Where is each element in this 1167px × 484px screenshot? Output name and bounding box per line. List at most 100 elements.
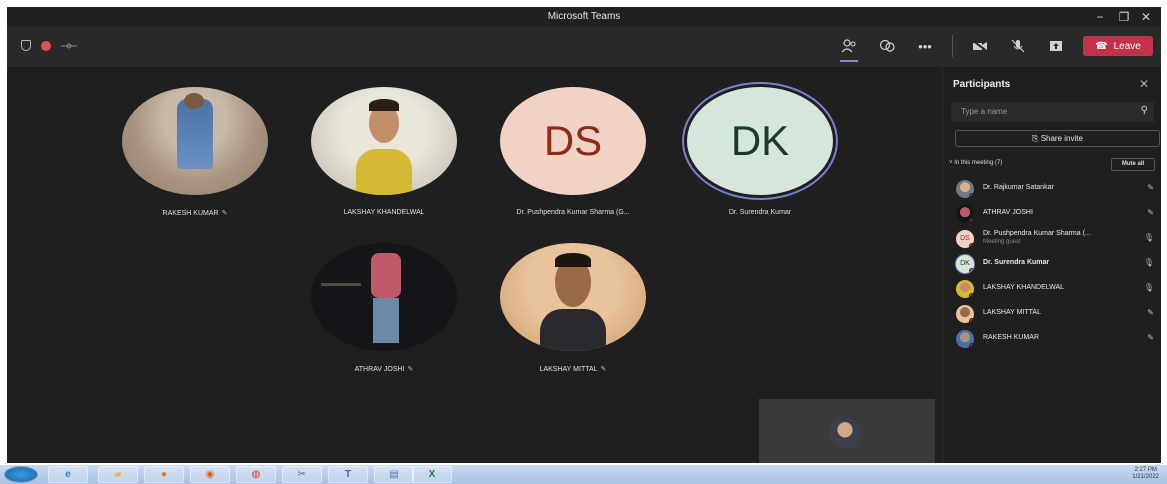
share-invite-icon: ⎘ xyxy=(1032,134,1039,143)
participant-name: ATHRAV JOSHI xyxy=(354,366,405,373)
video-stage: RAKESH KUMAR ✎ LAKSHAY KHANDELWAL DS Dr. … xyxy=(7,67,942,463)
avatar xyxy=(956,180,974,198)
panel-title: Participants xyxy=(953,79,1011,90)
participant-tile-active-speaker[interactable]: DK Dr. Surendra Kumar xyxy=(670,87,850,216)
close-button[interactable]: ✕ xyxy=(1137,9,1155,25)
list-item[interactable]: DK Dr. Surendra Kumar 🎙 xyxy=(943,250,1161,275)
screen: Microsoft Teams − ❐ ✕ ••• ☎ Leave RAKESH… xyxy=(0,0,1167,484)
mute-all-button[interactable]: Mute all xyxy=(1111,158,1155,171)
participants-icon[interactable] xyxy=(838,35,860,62)
list-item[interactable]: RAKESH KUMAR ✎ xyxy=(943,325,1161,350)
participant-name: Dr. Surendra Kumar xyxy=(983,259,1050,266)
windows-taskbar: e ▰ ● ◉ ◍ ✂ T ▤ X 2:27 PM 1/21/2022 xyxy=(0,465,1167,484)
firefox-icon[interactable]: ◉ xyxy=(190,466,230,483)
media-player-icon[interactable]: ● xyxy=(144,466,184,483)
teams-window: Microsoft Teams − ❐ ✕ ••• ☎ Leave RAKESH… xyxy=(7,7,1161,463)
participant-name: Dr. Rajkumar Satankar xyxy=(983,184,1054,191)
mic-off-icon: ✎ xyxy=(221,210,228,217)
mic-off-icon: ✎ xyxy=(1147,208,1154,217)
excel-icon[interactable]: X xyxy=(412,466,452,483)
participant-name: LAKSHAY KHANDELWAL xyxy=(343,209,425,216)
folder-icon[interactable]: ▰ xyxy=(98,466,138,483)
avatar xyxy=(956,280,974,298)
chat-icon[interactable] xyxy=(876,35,898,57)
initials-avatar: DS xyxy=(500,87,646,195)
share-invite-button[interactable]: ⎘ Share invite xyxy=(955,130,1160,147)
ie-icon[interactable]: e xyxy=(48,466,88,483)
meeting-toolbar: ••• ☎ Leave xyxy=(7,27,1161,67)
avatar xyxy=(956,330,974,348)
participant-name: Dr. Surendra Kumar xyxy=(728,209,792,216)
leave-button[interactable]: ☎ Leave xyxy=(1083,36,1153,56)
participant-name: LAKSHAY KHANDELWAL xyxy=(983,284,1065,291)
title-bar: Microsoft Teams − ❐ ✕ xyxy=(7,7,1161,27)
participant-name: RAKESH KUMAR xyxy=(983,334,1040,341)
more-icon[interactable]: ••• xyxy=(914,35,936,57)
start-button[interactable] xyxy=(4,466,38,483)
initials-avatar: DK xyxy=(956,255,974,273)
avatar xyxy=(311,87,457,195)
mic-off-icon: ✎ xyxy=(1147,183,1154,192)
section-label: In this meeting (7) xyxy=(954,160,1003,166)
network-icon xyxy=(61,43,77,48)
system-tray[interactable]: 2:27 PM 1/21/2022 xyxy=(1132,467,1159,481)
participant-name: RAKESH KUMAR xyxy=(162,210,219,217)
restore-button[interactable]: ❐ xyxy=(1115,9,1133,25)
initials-avatar: DK xyxy=(687,87,833,195)
list-item[interactable]: LAKSHAY KHANDELWAL 🎙 xyxy=(943,275,1161,300)
teams-icon[interactable]: T xyxy=(328,466,368,483)
self-preview[interactable] xyxy=(759,399,935,463)
initials-text: DK xyxy=(960,260,970,267)
participant-name: LAKSHAY MITTAL xyxy=(983,309,1041,316)
participant-name: Dr. Pushpendra Kumar Sharma (... xyxy=(983,230,1091,237)
shield-icon xyxy=(21,40,31,51)
search-placeholder: Type a name xyxy=(961,107,1008,116)
chevron-down-icon: ˅ xyxy=(949,160,953,166)
minimize-button[interactable]: − xyxy=(1091,9,1109,25)
phone-icon: ☎ xyxy=(1095,40,1108,52)
clock-date: 1/21/2022 xyxy=(1132,474,1159,480)
share-icon[interactable] xyxy=(1045,35,1067,57)
avatar xyxy=(956,305,974,323)
close-icon[interactable]: ✕ xyxy=(1139,77,1149,91)
recording-icon xyxy=(41,40,51,51)
avatar xyxy=(311,243,457,351)
mic-icon: 🎙 xyxy=(1143,283,1154,292)
mic-off-icon: ✎ xyxy=(407,366,414,373)
mic-off-icon: ✎ xyxy=(1147,333,1154,342)
clock-time: 2:27 PM xyxy=(1134,467,1157,473)
notepad-icon[interactable]: ▤ xyxy=(374,466,414,483)
mic-off-icon: ✎ xyxy=(600,366,607,373)
initials-text: DS xyxy=(543,117,603,164)
participant-role: Meeting guest xyxy=(983,239,1021,245)
participant-tile[interactable]: LAKSHAY MITTAL ✎ xyxy=(483,243,663,373)
participant-tile[interactable]: DS Dr. Pushpendra Kumar Sharma (G... xyxy=(483,87,663,216)
list-item[interactable]: DS Dr. Pushpendra Kumar Sharma (... Meet… xyxy=(943,225,1161,250)
mic-icon: 🎙 xyxy=(1143,258,1154,267)
chrome-icon[interactable]: ◍ xyxy=(236,466,276,483)
avatar xyxy=(500,243,646,351)
list-item[interactable]: LAKSHAY MITTAL ✎ xyxy=(943,300,1161,325)
initials-text: DK xyxy=(730,117,790,164)
window-title: Microsoft Teams xyxy=(547,11,621,22)
avatar xyxy=(956,205,974,223)
camera-off-icon[interactable] xyxy=(969,35,991,57)
participant-tile[interactable]: LAKSHAY KHANDELWAL xyxy=(294,87,474,216)
divider xyxy=(952,35,953,57)
mic-off-icon[interactable] xyxy=(1007,35,1029,57)
section-header[interactable]: ˅ In this meeting (7) xyxy=(949,160,1002,166)
self-avatar xyxy=(829,417,861,449)
leave-label: Leave xyxy=(1113,40,1141,52)
participant-name: LAKSHAY MITTAL xyxy=(539,366,598,373)
avatar xyxy=(122,87,268,195)
list-item[interactable]: ATHRAV JOSHI ✎ xyxy=(943,200,1161,225)
participant-tile[interactable]: RAKESH KUMAR ✎ xyxy=(105,87,285,217)
initials-avatar: DS xyxy=(956,230,974,248)
snipping-tool-icon[interactable]: ✂ xyxy=(282,466,322,483)
list-item[interactable]: Dr. Rajkumar Satankar ✎ xyxy=(943,175,1161,200)
participant-name: ATHRAV JOSHI xyxy=(983,209,1033,216)
participant-name: Dr. Pushpendra Kumar Sharma (G... xyxy=(516,209,630,216)
participants-panel: Participants ✕ Type a name ⚲ ⎘ Share inv… xyxy=(942,67,1161,463)
search-input[interactable]: Type a name ⚲ xyxy=(951,102,1154,122)
participant-tile[interactable]: ATHRAV JOSHI ✎ xyxy=(294,243,474,373)
